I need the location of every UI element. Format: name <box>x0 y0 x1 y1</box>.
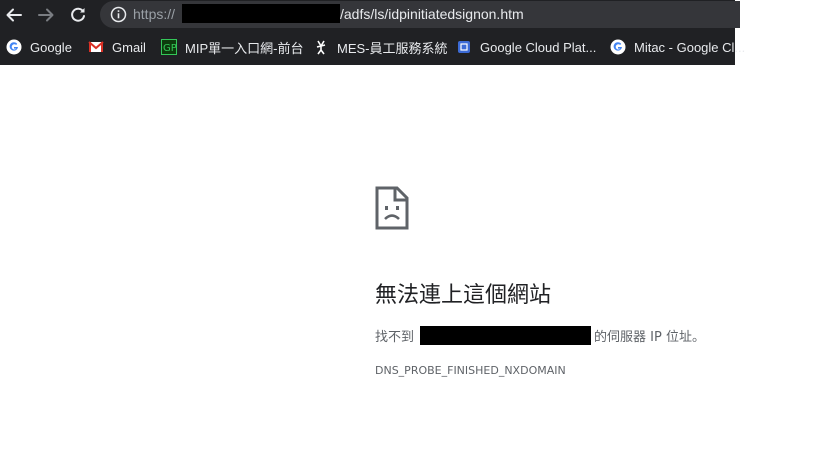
browser-chrome: https:// /adfs/ls/idpinitiatedsignon.htm… <box>0 0 745 65</box>
reload-icon <box>71 7 85 22</box>
arrow-right-icon <box>38 8 54 22</box>
error-message-suffix: 的伺服器 IP 位址。 <box>594 329 705 345</box>
bookmark-google-cloud[interactable]: Google Cloud Plat... <box>456 37 596 57</box>
error-icon-container <box>375 186 409 234</box>
mip-icon: GP <box>161 39 177 55</box>
mes-icon <box>313 39 329 55</box>
bookmark-label: Google Cloud Plat... <box>480 39 597 55</box>
bookmark-label: MES-員工服務系統 <box>337 40 448 56</box>
arrow-left-icon <box>6 8 22 22</box>
reload-button[interactable] <box>66 3 90 27</box>
error-message-prefix: 找不到 <box>375 329 415 345</box>
gmail-icon <box>88 39 104 55</box>
url-path: /adfs/ls/idpinitiatedsignon.htm <box>340 6 524 22</box>
bookmark-mip[interactable]: GP MIP單一入口網-前台 <box>161 37 303 57</box>
bookmark-label: Gmail <box>112 39 146 55</box>
error-code: DNS_PROBE_FINISHED_NXDOMAIN <box>375 364 566 377</box>
hostname-redaction <box>420 325 592 345</box>
info-icon[interactable] <box>110 6 127 23</box>
google-icon <box>610 39 626 55</box>
url-host-redaction <box>182 4 340 23</box>
svg-text:GP: GP <box>163 43 177 54</box>
url-scheme: https:// <box>133 6 176 22</box>
sad-page-icon <box>375 186 409 230</box>
bookmark-mes[interactable]: MES-員工服務系統 <box>313 37 448 57</box>
google-icon <box>6 39 22 55</box>
bookmark-label: Mitac - Google Cl... <box>634 39 746 55</box>
forward-button[interactable] <box>34 3 58 27</box>
bookmark-label: Google <box>30 39 72 55</box>
google-cloud-icon <box>456 39 472 55</box>
error-message: 找不到 的伺服器 IP 位址。 <box>375 325 705 345</box>
bookmark-label: MIP單一入口網-前台 <box>185 40 304 56</box>
error-title: 無法連上這個網站 <box>375 283 552 308</box>
bookmark-gmail[interactable]: Gmail <box>88 37 146 57</box>
back-button[interactable] <box>2 3 26 27</box>
bookmark-mitac-google[interactable]: Mitac - Google Cl... <box>610 37 745 57</box>
bookmark-google[interactable]: Google <box>6 37 72 57</box>
bookmarks-bar: Google Gmail GP MIP單一入口網-前台 MES-員工服務系統 G… <box>0 34 745 60</box>
address-bar[interactable]: https:// /adfs/ls/idpinitiatedsignon.htm <box>100 1 740 28</box>
